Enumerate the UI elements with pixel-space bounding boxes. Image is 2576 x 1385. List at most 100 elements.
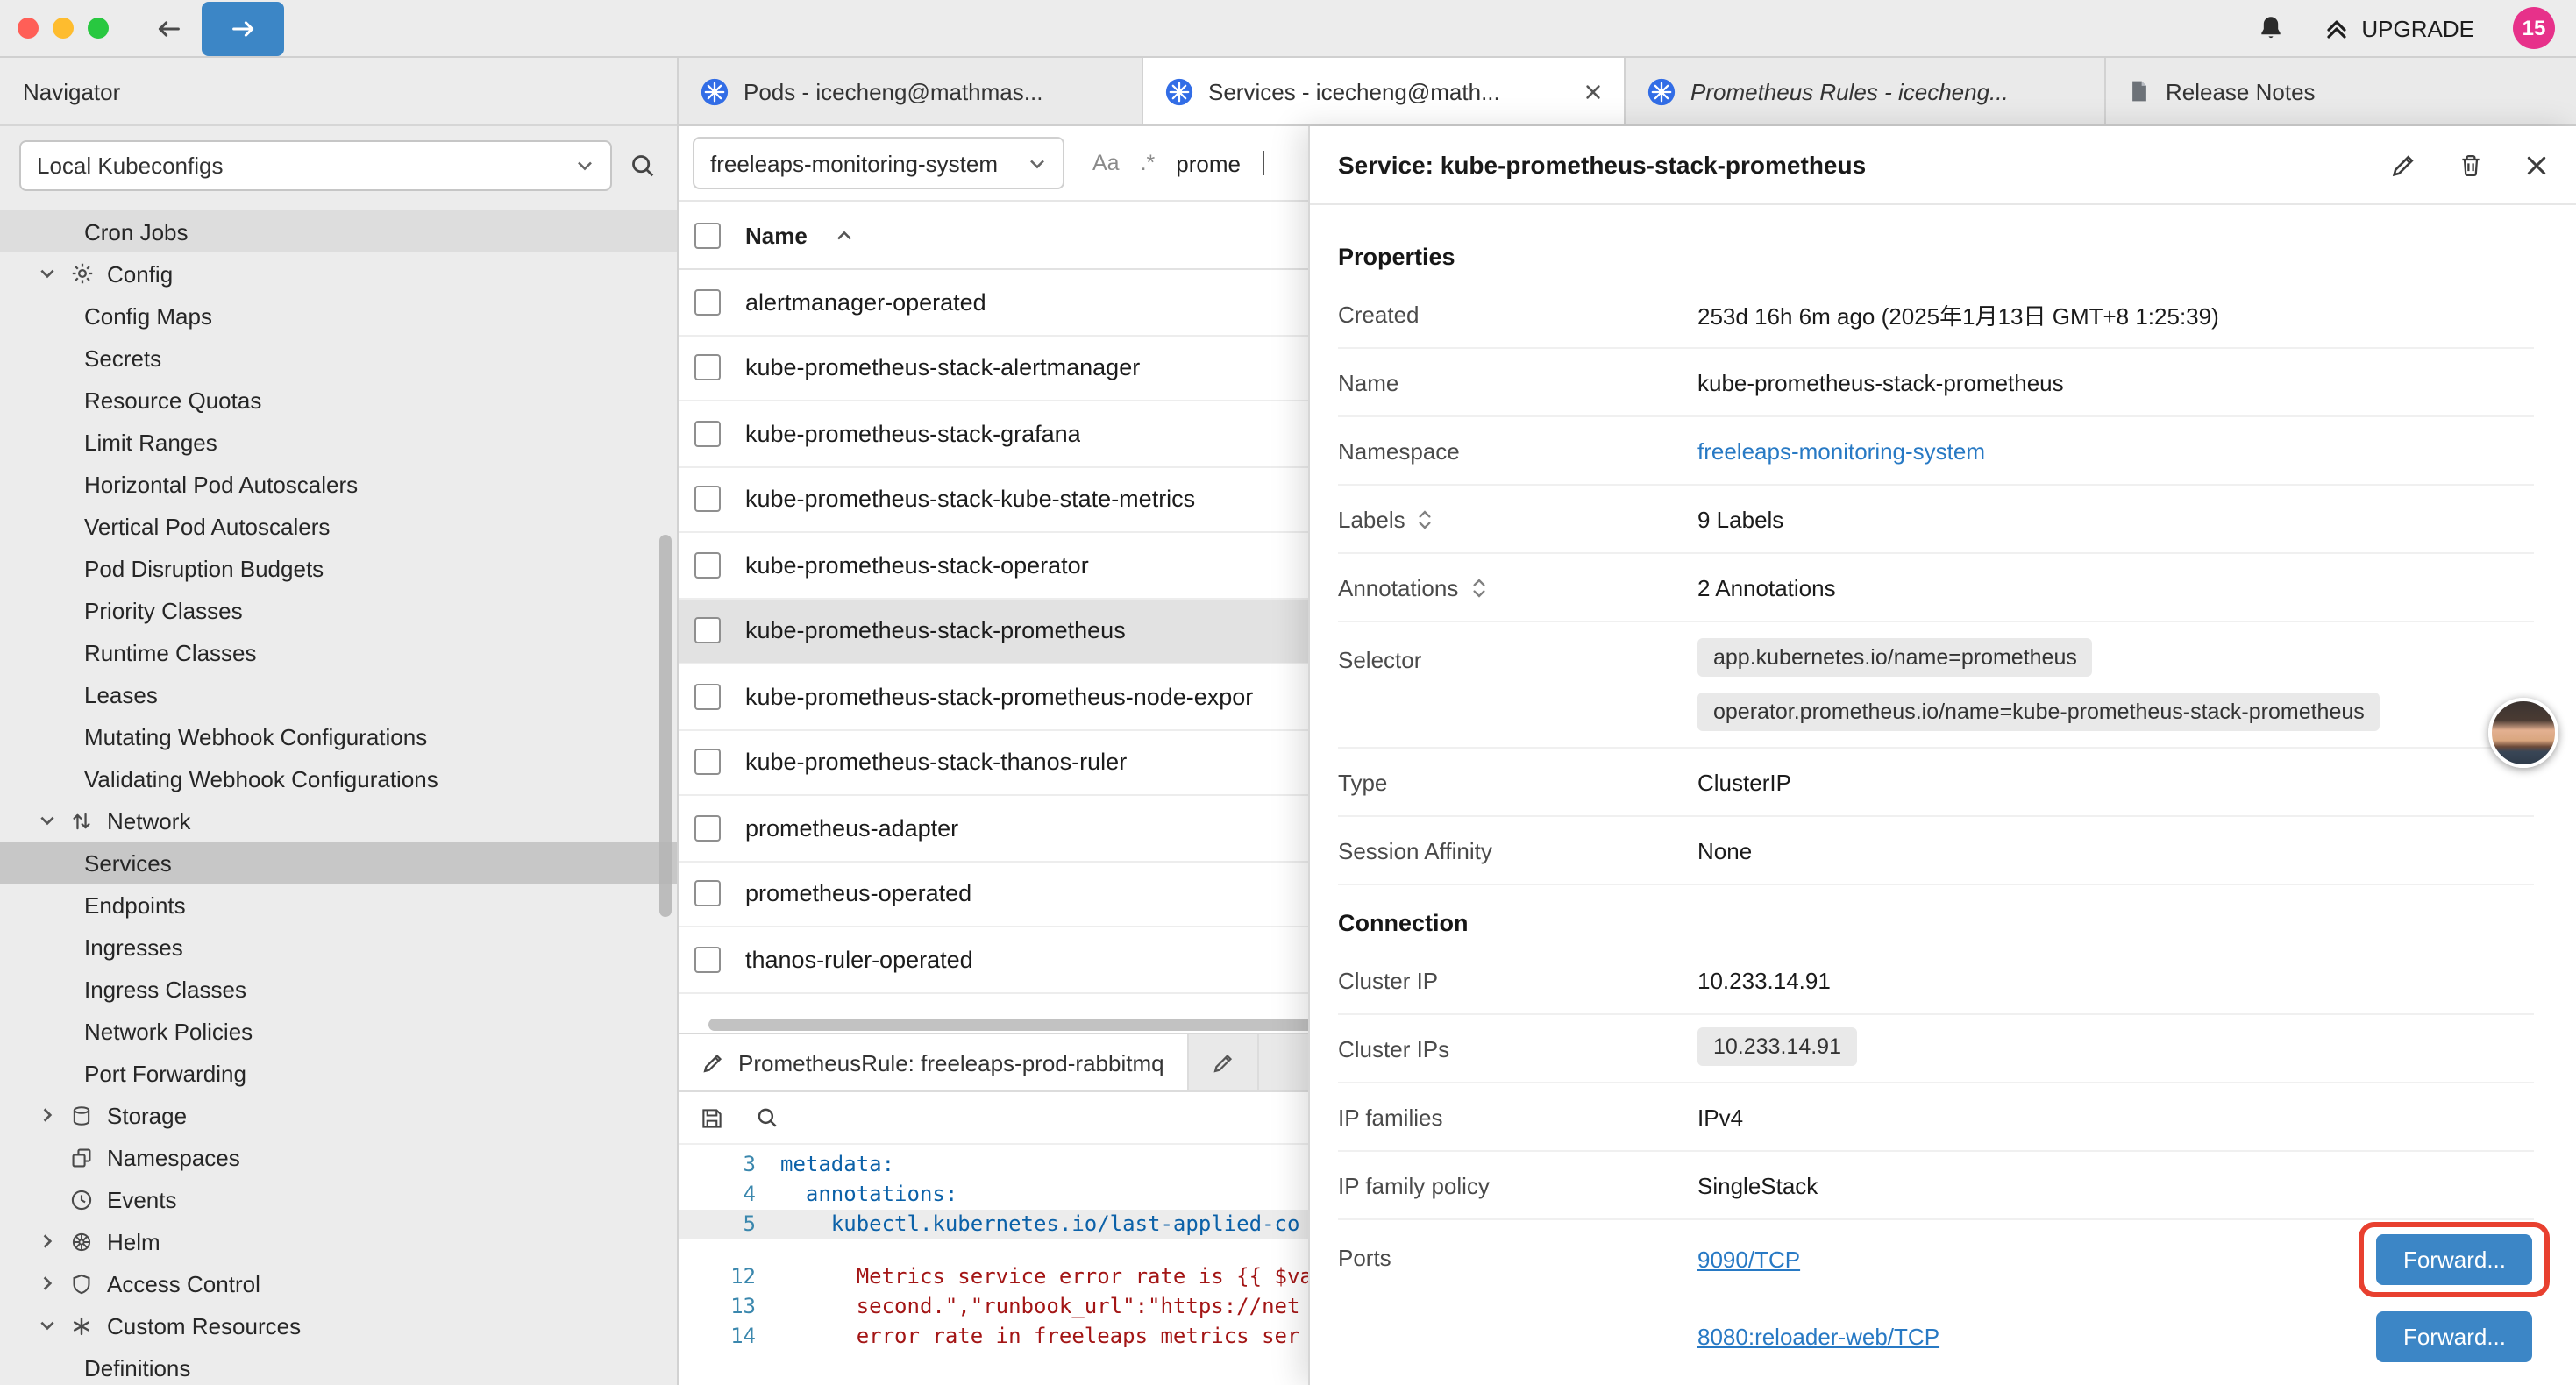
chevron-down-icon[interactable] (39, 812, 56, 829)
tab-pods-icecheng-mathmas[interactable]: Pods - icecheng@mathmas... (679, 58, 1143, 124)
window-minimize-button[interactable] (53, 18, 74, 39)
dock-tab-prometheusrule[interactable]: PrometheusRule: freeleaps-prod-rabbitmq (679, 1034, 1189, 1090)
search-input[interactable]: prome (1176, 150, 1241, 176)
sidebar-item-namespaces[interactable]: Namespaces (0, 1136, 677, 1178)
row-checkbox[interactable] (694, 947, 721, 973)
detail-row-ip-families: IP familiesIPv4 (1338, 1083, 2534, 1152)
sidebar-item-definitions[interactable]: Definitions (0, 1346, 677, 1385)
layers-icon (68, 1146, 95, 1168)
sidebar-item-limit-ranges[interactable]: Limit Ranges (0, 421, 677, 463)
sort-ascending-icon[interactable] (836, 229, 855, 241)
sidebar-item-secrets[interactable]: Secrets (0, 337, 677, 379)
sidebar-item-vertical-pod-autoscalers[interactable]: Vertical Pod Autoscalers (0, 505, 677, 547)
sidebar-item-ingress-classes[interactable]: Ingress Classes (0, 968, 677, 1010)
row-checkbox[interactable] (694, 749, 721, 776)
sidebar-item-label: Port Forwarding (84, 1060, 246, 1086)
sidebar-item-helm[interactable]: Helm (0, 1220, 677, 1262)
chevron-right-icon[interactable] (39, 1232, 56, 1250)
expand-toggle-icon[interactable] (1470, 576, 1486, 599)
row-checkbox[interactable] (694, 355, 721, 381)
editor-search-icon[interactable] (756, 1106, 779, 1129)
chevron-down-icon (575, 160, 594, 172)
upgrade-button[interactable]: UPGRADE (2323, 15, 2474, 41)
port-link[interactable]: 8080:reloader-web/TCP (1697, 1323, 1939, 1349)
namespace-link[interactable]: freeleaps-monitoring-system (1697, 437, 1985, 464)
row-checkbox[interactable] (694, 618, 721, 644)
sidebar-item-config-maps[interactable]: Config Maps (0, 295, 677, 337)
chevron-right-icon[interactable] (39, 1106, 56, 1124)
row-checkbox[interactable] (694, 289, 721, 316)
row-checkbox[interactable] (694, 815, 721, 842)
sidebar-item-label: Ingress Classes (84, 976, 246, 1002)
sidebar-item-network[interactable]: Network (0, 799, 677, 842)
sidebar-item-access-control[interactable]: Access Control (0, 1262, 677, 1304)
detail-row-annotations[interactable]: Annotations2 Annotations (1338, 554, 2534, 622)
sidebar-item-cron-jobs[interactable]: Cron Jobs (0, 210, 677, 252)
chevron-right-icon[interactable] (39, 1275, 56, 1292)
tab-release-notes[interactable]: Release Notes (2106, 58, 2576, 124)
kubeconfig-selector[interactable]: Local Kubeconfigs (19, 140, 612, 191)
row-checkbox[interactable] (694, 421, 721, 447)
select-all-checkbox[interactable] (694, 222, 721, 248)
close-tab-icon[interactable] (1583, 82, 1603, 101)
window-close-button[interactable] (18, 18, 39, 39)
sidebar-item-resource-quotas[interactable]: Resource Quotas (0, 379, 677, 421)
detail-row-session-affinity: Session AffinityNone (1338, 817, 2534, 885)
tab-services-icecheng-math[interactable]: Services - icecheng@math... (1143, 58, 1626, 124)
sidebar-item-endpoints[interactable]: Endpoints (0, 884, 677, 926)
row-checkbox[interactable] (694, 881, 721, 907)
sidebar-scrollbar[interactable] (659, 535, 672, 917)
sidebar-item-label: Limit Ranges (84, 429, 217, 455)
sidebar-item-storage[interactable]: Storage (0, 1094, 677, 1136)
detail-row-labels[interactable]: Labels9 Labels (1338, 486, 2534, 554)
port-link[interactable]: 9090/TCP (1697, 1246, 1800, 1272)
column-header-name[interactable]: Name (745, 222, 808, 248)
regex-toggle[interactable]: .* (1141, 151, 1156, 175)
close-panel-icon[interactable] (2525, 153, 2548, 176)
service-name: kube-prometheus-stack-grafana (745, 421, 1081, 447)
forward-button[interactable]: Forward... (2377, 1233, 2532, 1284)
nav-forward-button[interactable] (202, 1, 284, 55)
save-icon[interactable] (700, 1105, 724, 1130)
delete-trash-icon[interactable] (2459, 152, 2483, 178)
section-heading-connection: Connection (1338, 910, 2534, 936)
notifications-bell-icon[interactable] (2256, 14, 2284, 42)
notification-count-badge[interactable]: 15 (2513, 7, 2555, 49)
chevron-down-icon[interactable] (39, 265, 56, 282)
row-checkbox[interactable] (694, 487, 721, 513)
expand-toggle-icon[interactable] (1418, 508, 1434, 530)
sidebar-item-validating-webhook-configurations[interactable]: Validating Webhook Configurations (0, 757, 677, 799)
sidebar-item-leases[interactable]: Leases (0, 673, 677, 715)
sidebar-item-custom-resources[interactable]: Custom Resources (0, 1304, 677, 1346)
sidebar-item-pod-disruption-budgets[interactable]: Pod Disruption Budgets (0, 547, 677, 589)
row-checkbox[interactable] (694, 552, 721, 579)
user-avatar[interactable] (2488, 698, 2558, 768)
edit-pencil-icon[interactable] (2390, 152, 2416, 178)
upgrade-label: UPGRADE (2361, 15, 2474, 41)
match-case-toggle[interactable]: Aa (1092, 151, 1120, 175)
sidebar-item-runtime-classes[interactable]: Runtime Classes (0, 631, 677, 673)
sidebar-item-priority-classes[interactable]: Priority Classes (0, 589, 677, 631)
sidebar-item-mutating-webhook-configurations[interactable]: Mutating Webhook Configurations (0, 715, 677, 757)
chevron-down-icon[interactable] (39, 1317, 56, 1334)
sidebar-item-events[interactable]: Events (0, 1178, 677, 1220)
sidebar-item-network-policies[interactable]: Network Policies (0, 1010, 677, 1052)
window-zoom-button[interactable] (88, 18, 109, 39)
sidebar-item-config[interactable]: Config (0, 252, 677, 295)
namespace-filter-select[interactable]: freeleaps-monitoring-system (693, 137, 1064, 189)
tab-prometheus-rules-icecheng[interactable]: Prometheus Rules - icecheng... (1626, 58, 2106, 124)
sidebar-item-services[interactable]: Services (0, 842, 677, 884)
sidebar-item-port-forwarding[interactable]: Port Forwarding (0, 1052, 677, 1094)
navigator-sidebar: Navigator Local Kubeconfigs Cron JobsCon… (0, 58, 679, 1385)
sidebar-item-horizontal-pod-autoscalers[interactable]: Horizontal Pod Autoscalers (0, 463, 677, 505)
row-checkbox[interactable] (694, 684, 721, 710)
sidebar-search-icon[interactable] (630, 153, 656, 179)
window-titlebar: UPGRADE 15 (0, 0, 2576, 58)
nav-back-button[interactable] (154, 13, 184, 43)
sidebar-item-ingresses[interactable]: Ingresses (0, 926, 677, 968)
detail-row-selector: Selectorapp.kubernetes.io/name=prometheu… (1338, 622, 2534, 749)
kubernetes-icon (1647, 76, 1676, 106)
forward-button[interactable]: Forward... (2377, 1310, 2532, 1361)
dock-tab-partial[interactable] (1189, 1034, 1259, 1090)
detail-row-ip-family-policy: IP family policySingleStack (1338, 1152, 2534, 1220)
